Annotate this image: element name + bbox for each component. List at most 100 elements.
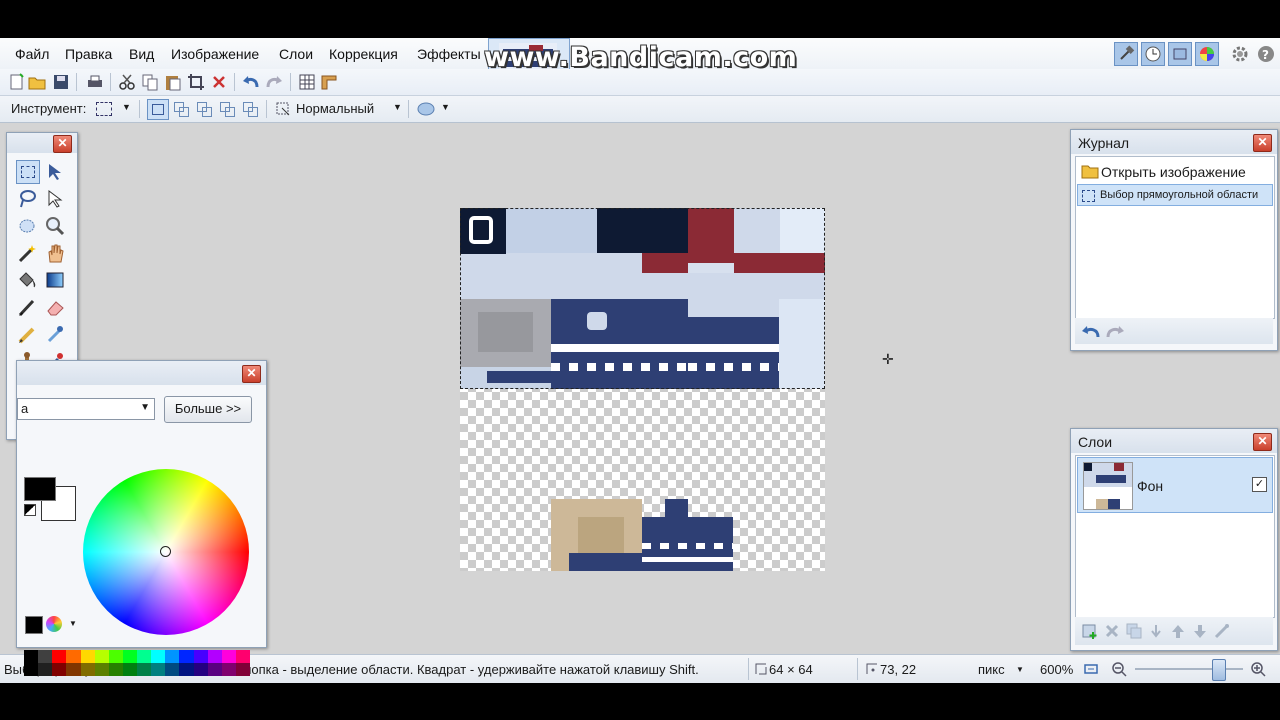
palette-swatch[interactable] xyxy=(207,650,222,663)
palette-swatch-dark[interactable] xyxy=(122,663,137,676)
units-dropdown-arrow[interactable]: ▼ xyxy=(1016,665,1024,674)
save-icon[interactable] xyxy=(52,73,70,91)
palette-swatch[interactable] xyxy=(80,650,95,663)
antialias-icon[interactable] xyxy=(416,100,436,118)
palette-swatch[interactable] xyxy=(108,650,123,663)
palette-swatch[interactable] xyxy=(137,650,152,663)
history-item-open[interactable]: Открыть изображение xyxy=(1081,160,1278,182)
gradient-icon[interactable] xyxy=(44,269,66,291)
palette-swatch-dark[interactable] xyxy=(151,663,166,676)
palette-swatch[interactable] xyxy=(122,650,137,663)
color-wheel[interactable] xyxy=(83,469,249,635)
palette-swatch-dark[interactable] xyxy=(24,663,39,676)
palette-swatch-dark[interactable] xyxy=(108,663,123,676)
pencil-icon[interactable] xyxy=(16,323,38,345)
grid-icon[interactable] xyxy=(298,73,316,91)
tools-window-toggle[interactable] xyxy=(1114,42,1138,66)
palette-swatch-dark[interactable] xyxy=(235,663,250,676)
new-file-icon[interactable] xyxy=(8,73,26,91)
undo-icon[interactable] xyxy=(242,73,260,91)
selection-mode-xor[interactable] xyxy=(240,99,260,118)
duplicate-layer-icon[interactable] xyxy=(1125,622,1143,640)
ellipse-select-icon[interactable] xyxy=(16,215,38,237)
layers-window-toggle[interactable] xyxy=(1168,42,1192,66)
palette-swatch[interactable] xyxy=(221,650,236,663)
magic-wand-icon[interactable] xyxy=(16,242,38,264)
menu-edit[interactable]: Правка xyxy=(65,46,112,62)
zoom-level[interactable]: 600% xyxy=(1040,662,1073,677)
copy-icon[interactable] xyxy=(141,73,159,91)
palette-swatch-dark[interactable] xyxy=(165,663,180,676)
print-icon[interactable] xyxy=(86,73,104,91)
palette-menu-icon[interactable] xyxy=(46,616,62,632)
paint-bucket-icon[interactable] xyxy=(16,269,38,291)
redo-icon[interactable] xyxy=(265,73,283,91)
zoom-icon[interactable] xyxy=(44,215,66,237)
selection-quality-icon[interactable] xyxy=(274,100,292,118)
palette-swatch-dark[interactable] xyxy=(207,663,222,676)
palette-swatch[interactable] xyxy=(94,650,109,663)
open-folder-icon[interactable] xyxy=(28,73,46,91)
color-wheel-handle[interactable] xyxy=(160,546,171,557)
palette-swatch-dark[interactable] xyxy=(80,663,95,676)
selection-mode-exclude[interactable] xyxy=(194,99,214,118)
paste-icon[interactable] xyxy=(164,73,182,91)
blend-mode-select[interactable]: Нормальный xyxy=(296,101,374,116)
more-button[interactable]: Больше >> xyxy=(164,396,252,423)
history-window-toggle[interactable] xyxy=(1141,42,1165,66)
paintbrush-icon[interactable] xyxy=(16,296,38,318)
image-canvas[interactable] xyxy=(460,208,825,571)
colors-window-toggle[interactable] xyxy=(1195,42,1219,66)
zoom-out-icon[interactable] xyxy=(1111,661,1127,677)
move-pixels-icon[interactable] xyxy=(44,188,66,210)
menu-view[interactable]: Вид xyxy=(129,46,154,62)
palette-swatch[interactable] xyxy=(193,650,208,663)
menu-layers[interactable]: Слои xyxy=(279,46,313,62)
palette-swatch[interactable] xyxy=(151,650,166,663)
merge-layer-icon[interactable] xyxy=(1147,622,1165,640)
history-redo-icon[interactable] xyxy=(1105,322,1125,340)
palette-swatch-dark[interactable] xyxy=(52,663,67,676)
pan-hand-icon[interactable] xyxy=(44,242,66,264)
layer-properties-icon[interactable] xyxy=(1213,622,1231,640)
palette-primary-icon[interactable] xyxy=(25,616,43,634)
antialias-arrow[interactable]: ▼ xyxy=(441,102,450,112)
primary-color-swatch[interactable] xyxy=(24,477,56,501)
history-item-select[interactable]: Выбор прямоугольной области xyxy=(1077,184,1273,206)
blend-mode-arrow[interactable]: ▼ xyxy=(393,102,402,112)
palette-swatch[interactable] xyxy=(179,650,194,663)
units-select[interactable]: пикс xyxy=(978,662,1005,677)
palette-swatch-dark[interactable] xyxy=(137,663,152,676)
color-picker-icon[interactable] xyxy=(44,323,66,345)
palette-swatch-dark[interactable] xyxy=(221,663,236,676)
help-button[interactable]: ? xyxy=(1256,44,1276,64)
selection-mode-intersect[interactable] xyxy=(217,99,237,118)
ruler-icon[interactable] xyxy=(320,73,338,91)
menu-image[interactable]: Изображение xyxy=(171,46,259,62)
move-layer-down-icon[interactable] xyxy=(1191,622,1209,640)
zoom-in-icon[interactable] xyxy=(1250,661,1266,677)
add-layer-icon[interactable] xyxy=(1081,622,1099,640)
palette-swatch-dark[interactable] xyxy=(38,663,53,676)
selection-mode-union[interactable] xyxy=(171,99,191,118)
settings-button[interactable] xyxy=(1230,44,1250,64)
rectangle-select-tool[interactable] xyxy=(16,160,40,184)
history-close-button[interactable]: ✕ xyxy=(1253,134,1272,152)
zoom-slider-track[interactable] xyxy=(1135,668,1243,670)
delete-layer-icon[interactable] xyxy=(1103,622,1121,640)
history-undo-icon[interactable] xyxy=(1081,322,1101,340)
menu-effects[interactable]: Эффекты xyxy=(417,46,481,62)
rect-select-tool-icon[interactable] xyxy=(96,102,112,116)
tool-dropdown-arrow[interactable]: ▼ xyxy=(122,102,131,112)
selection-mode-replace[interactable] xyxy=(147,99,169,120)
zoom-fit-icon[interactable] xyxy=(1083,661,1099,677)
deselect-icon[interactable] xyxy=(210,73,228,91)
eraser-icon[interactable] xyxy=(44,296,66,318)
layer-row[interactable]: Фон ✓ xyxy=(1077,457,1273,513)
palette-swatch-dark[interactable] xyxy=(94,663,109,676)
zoom-slider-thumb[interactable] xyxy=(1212,659,1226,681)
menu-file[interactable]: Файл xyxy=(15,46,49,62)
lasso-icon[interactable] xyxy=(16,188,38,210)
crop-icon[interactable] xyxy=(187,73,205,91)
menu-adjustments[interactable]: Коррекция xyxy=(329,46,398,62)
